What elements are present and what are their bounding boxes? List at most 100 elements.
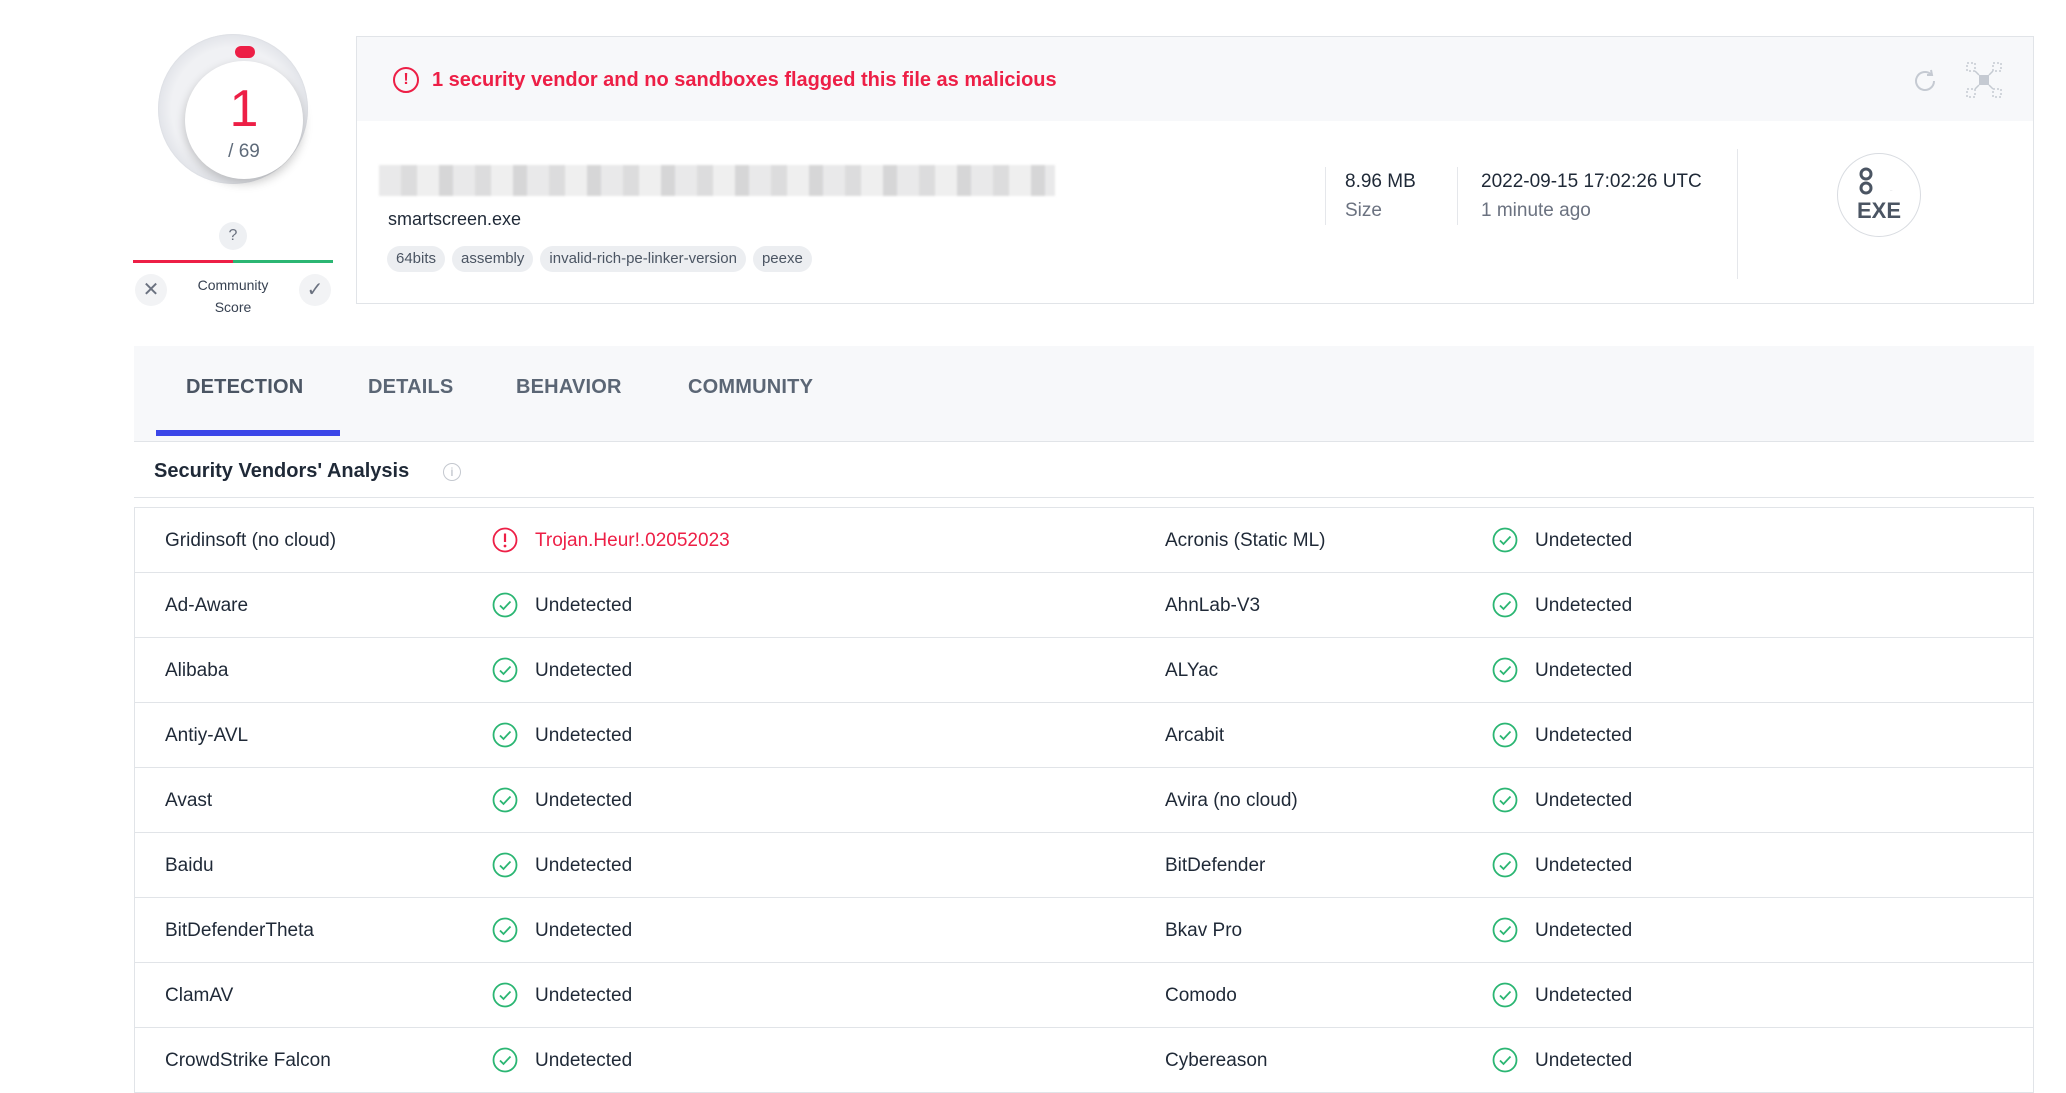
vendor-name: Bkav Pro (1165, 920, 1243, 941)
undetected-check-icon (1492, 527, 1518, 553)
vendor-result: Undetected (535, 855, 633, 876)
undetected-check-icon (1492, 657, 1518, 683)
vendor-row: ClamAV Undetected Comodo Undetected (135, 963, 2033, 1028)
vendor-name: ALYac (1165, 660, 1219, 681)
undetected-check-icon (1492, 1047, 1518, 1073)
file-size-label: Size (1345, 200, 1382, 221)
undetected-check-icon (1492, 787, 1518, 813)
community-score-help-icon[interactable]: ? (219, 222, 247, 250)
divider (1325, 167, 1326, 225)
file-tag[interactable]: invalid-rich-pe-linker-version (540, 246, 746, 272)
detection-count: 1 (229, 80, 259, 138)
file-tags: 64bits assembly invalid-rich-pe-linker-v… (387, 246, 812, 272)
engine-total: / 69 (228, 141, 260, 162)
vendor-name: Baidu (165, 855, 214, 876)
gears-icon (1859, 167, 1900, 195)
vendor-result: Undetected (535, 920, 633, 941)
vendor-row: CrowdStrike Falcon Undetected Cybereason Un… (135, 1028, 2033, 1093)
vote-malicious-button[interactable]: ✕ (135, 274, 167, 306)
undetected-check-icon (492, 1047, 518, 1073)
vendor-name: Alibaba (165, 660, 229, 681)
file-name: smartscreen.exe (388, 209, 522, 229)
divider (1737, 149, 1738, 279)
vendor-result: Undetected (1535, 790, 1633, 811)
vendor-name: ClamAV (165, 985, 234, 1006)
undetected-check-icon (1492, 722, 1518, 748)
vendor-result: Undetected (1535, 725, 1633, 746)
score-ring: 1 / 69 (158, 34, 308, 184)
vendor-row: BitDefenderTheta Undetected Bkav Pro Undete… (135, 898, 2033, 963)
file-tag[interactable]: assembly (452, 246, 534, 272)
analysis-date-relative: 1 minute ago (1481, 200, 1591, 221)
vendor-name: BitDefenderTheta (165, 920, 314, 941)
undetected-check-icon (1492, 852, 1518, 878)
community-score: ? ✕ Community Score ✓ (133, 222, 333, 322)
tab-details[interactable]: DETAILS (368, 376, 453, 399)
file-summary-card: ! 1 security vendor and no sandboxes fla… (356, 36, 2034, 304)
file-hash-redacted (379, 165, 1055, 196)
vendor-result: Undetected (1535, 855, 1633, 876)
vendor-result: Undetected (535, 1050, 633, 1071)
vendor-name: Cybereason (1165, 1050, 1268, 1071)
vendor-result: Undetected (1535, 920, 1633, 941)
vendor-result: Undetected (1535, 660, 1633, 681)
file-size-value: 8.96 MB (1345, 171, 1416, 192)
vendor-name: Gridinsoft (no cloud) (165, 530, 337, 551)
vendor-result: Undetected (1535, 1050, 1633, 1071)
reanalyze-icon[interactable] (1909, 65, 1941, 97)
divider (1457, 167, 1458, 225)
alert-icon: ! (393, 67, 419, 93)
vendor-result: Undetected (535, 725, 633, 746)
vendor-name: Avast (165, 790, 213, 811)
info-icon[interactable]: i (443, 463, 461, 481)
undetected-check-icon (492, 657, 518, 683)
divider (134, 497, 2034, 498)
vendor-name: CrowdStrike Falcon (165, 1050, 331, 1071)
vendor-result: Undetected (535, 660, 633, 681)
vendor-row: Alibaba Undetected ALYac Undetected (135, 638, 2033, 703)
vendor-name: Acronis (Static ML) (1165, 530, 1326, 551)
vendor-name: Arcabit (1165, 725, 1225, 746)
undetected-check-icon (492, 917, 518, 943)
vendor-result: Undetected (535, 790, 633, 811)
vote-harmless-button[interactable]: ✓ (299, 274, 331, 306)
vendor-name: Antiy-AVL (165, 725, 249, 746)
undetected-check-icon (1492, 592, 1518, 618)
undetected-check-icon (492, 852, 518, 878)
vendor-name: Avira (no cloud) (1165, 790, 1298, 811)
malicious-alert-icon (492, 527, 518, 553)
vendor-row: Baidu Undetected BitDefender Undetected (135, 833, 2033, 898)
vendor-name: Comodo (1165, 985, 1237, 1006)
vendor-name: Ad-Aware (165, 595, 249, 616)
alert-text: 1 security vendor and no sandboxes flagg… (432, 69, 1057, 91)
community-score-label: Community Score (183, 274, 283, 318)
undetected-check-icon (492, 592, 518, 618)
vendor-result: Trojan.Heur!.02052023 (535, 530, 730, 551)
tab-detection[interactable]: DETECTION (186, 376, 303, 399)
vendor-result: Undetected (1535, 985, 1633, 1006)
vendor-row: Gridinsoft (no cloud) Trojan.Heur!.020520… (135, 508, 2033, 573)
vendor-result: Undetected (1535, 530, 1633, 551)
section-title: Security Vendors' Analysis (154, 460, 410, 482)
community-score-label-line2: Score (214, 299, 252, 315)
tab-community[interactable]: COMMUNITY (688, 376, 813, 399)
vendor-row: Avast Undetected Avira (no cloud) Undetecte… (135, 768, 2033, 833)
file-tag[interactable]: peexe (752, 246, 812, 272)
file-type-label: EXE (1856, 198, 1902, 223)
undetected-check-icon (492, 787, 518, 813)
undetected-check-icon (492, 982, 518, 1008)
vendor-result: Undetected (535, 595, 633, 616)
report-tabs: DETECTION DETAILS BEHAVIOR COMMUNITY (134, 346, 2034, 442)
community-score-bar (133, 260, 333, 263)
vendor-results-table: Gridinsoft (no cloud) Trojan.Heur!.020520… (134, 507, 2034, 1093)
file-tag[interactable]: 64bits (387, 246, 446, 272)
active-tab-indicator (156, 430, 340, 436)
tab-behavior[interactable]: BEHAVIOR (516, 376, 622, 399)
community-score-label-line1: Community (197, 277, 269, 293)
graph-view-icon[interactable] (1965, 61, 2003, 99)
undetected-check-icon (1492, 917, 1518, 943)
vendor-name: BitDefender (1165, 855, 1266, 876)
undetected-check-icon (1492, 982, 1518, 1008)
vendor-row: Antiy-AVL Undetected Arcabit Undetected (135, 703, 2033, 768)
vendor-result: Undetected (535, 985, 633, 1006)
